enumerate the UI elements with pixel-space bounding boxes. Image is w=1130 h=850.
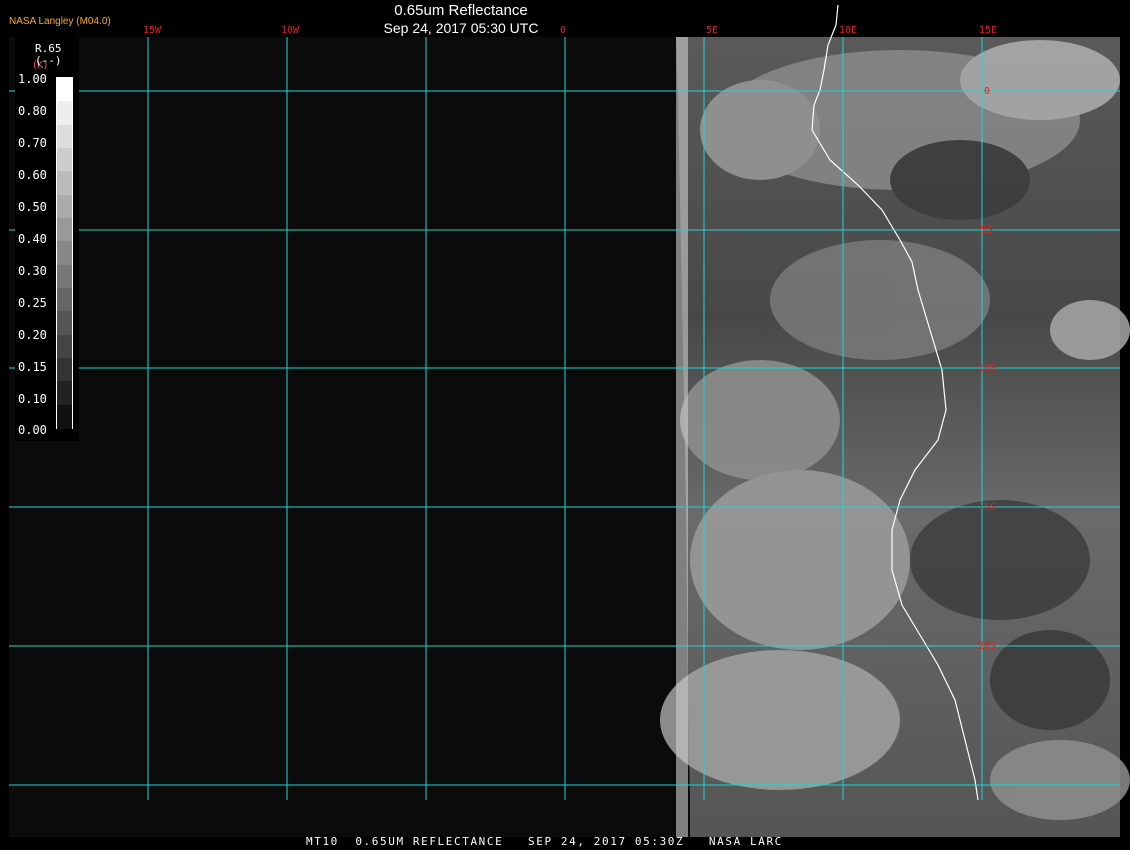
longitude-labels: 15W 10W 0 5E 10E 15E (143, 25, 997, 36)
legend-tick-label: 1.00 (18, 72, 47, 86)
legend-tick-label: 0.50 (18, 200, 47, 214)
legend-swatch (57, 404, 72, 429)
legend-units: (--) (35, 54, 62, 67)
legend-tick-label: 0.70 (18, 136, 47, 150)
legend-swatch (57, 358, 72, 382)
legend-tick-label: 0.80 (18, 104, 47, 118)
legend-tick-label: 0.60 (18, 168, 47, 182)
legend-swatch (57, 194, 72, 219)
longitude-label: 15E (979, 25, 997, 36)
latitude-label: 15S (978, 502, 996, 513)
longitude-label: 10W (281, 25, 300, 36)
latitude-label: 20S (978, 641, 996, 652)
legend-swatch (57, 78, 72, 102)
longitude-label: 5E (706, 25, 718, 36)
longitude-label: 10E (839, 25, 857, 36)
legend-swatch (57, 171, 72, 196)
legend-tick-label: 0.20 (18, 328, 47, 342)
legend-swatch (57, 264, 72, 289)
legend-colorbar (56, 77, 73, 429)
latitude-label: 5S (981, 225, 993, 236)
legend-tick-label: 0.40 (18, 232, 47, 246)
limb-edge (676, 37, 688, 837)
latitude-label: 0 (984, 86, 990, 97)
color-legend: R.65 (K) (--) 1.00 0.80 0.70 0.60 0.50 0.40 0.… (15, 37, 79, 441)
legend-tick-label: 0.25 (18, 296, 47, 310)
legend-tick-label: 0.30 (18, 264, 47, 278)
legend-swatch (57, 218, 72, 242)
latitude-label: 10S (978, 363, 996, 374)
legend-tick-label: 0.15 (18, 360, 47, 374)
legend-swatch (57, 288, 72, 312)
longitude-label: 0 (560, 25, 566, 36)
footer-caption: MT10 0.65UM REFLECTANCE SEP 24, 2017 05:… (306, 835, 783, 848)
legend-swatch (57, 241, 72, 266)
longitude-label: 15W (143, 25, 162, 36)
legend-swatch (57, 124, 72, 149)
legend-swatch (57, 101, 72, 126)
satellite-map: 15W 10W 0 5E 10E 15E 0 5S 10S 15S 20S (9, 4, 1130, 837)
legend-swatch (57, 381, 72, 406)
legend-swatch (57, 311, 72, 336)
legend-tick-label: 0.00 (18, 423, 47, 437)
legend-swatch (57, 334, 72, 359)
legend-swatch (57, 148, 72, 172)
legend-tick-label: 0.10 (18, 392, 47, 406)
